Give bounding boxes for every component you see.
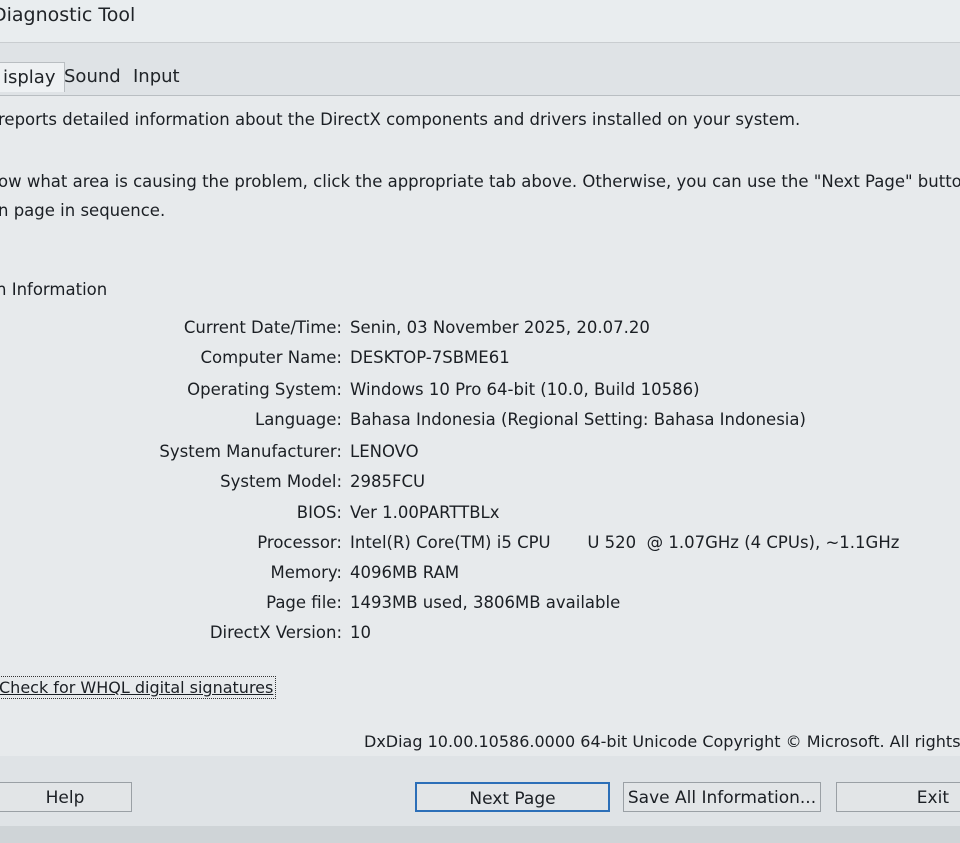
intro-text-line3: n page in sequence. (0, 201, 166, 220)
info-label: Computer Name: (200, 348, 342, 367)
section-title: n Information (0, 280, 108, 299)
info-row-computer-name: Computer Name: DESKTOP-7SBME61 (0, 348, 960, 374)
whql-checkbox-label: Check for WHQL digital signatures (0, 678, 274, 697)
info-row-processor: Processor: Intel(R) Core(TM) i5 CPU U 52… (0, 533, 960, 559)
info-label: Page file: (266, 593, 342, 612)
info-value: 1493MB used, 3806MB available (350, 593, 621, 612)
info-row-pagefile: Page file: 1493MB used, 3806MB available (0, 593, 960, 619)
save-all-button-label: Save All Information... (627, 788, 817, 808)
info-row-model: System Model: 2985FCU (0, 472, 960, 498)
tab-display[interactable]: isplay (0, 62, 65, 92)
help-button-label: Help (45, 788, 85, 808)
info-value: LENOVO (350, 442, 419, 461)
save-all-information-button[interactable]: Save All Information... (623, 782, 821, 812)
info-row-datetime: Current Date/Time: Senin, 03 November 20… (0, 318, 960, 344)
help-button[interactable]: Help (0, 782, 132, 812)
window-bottom-edge (0, 826, 960, 843)
info-value: Windows 10 Pro 64-bit (10.0, Build 10586… (350, 380, 700, 399)
next-page-button-label: Next Page (469, 789, 556, 809)
title-bar: Diagnostic Tool (0, 0, 960, 43)
exit-button[interactable]: Exit (836, 782, 960, 812)
info-value: 2985FCU (350, 472, 426, 491)
tab-sound[interactable]: Sound (64, 66, 121, 87)
info-value: Ver 1.00PARTTBLx (350, 503, 500, 522)
info-value: Bahasa Indonesia (Regional Setting: Baha… (350, 410, 806, 429)
info-row-bios: BIOS: Ver 1.00PARTTBLx (0, 503, 960, 529)
info-label: Processor: (257, 533, 342, 552)
whql-checkbox[interactable]: Check for WHQL digital signatures (0, 676, 277, 699)
info-label: Memory: (270, 563, 342, 582)
tab-input[interactable]: Input (133, 66, 180, 87)
info-label: Operating System: (187, 380, 342, 399)
info-label: System Model: (220, 472, 342, 491)
copyright-text: DxDiag 10.00.10586.0000 64-bit Unicode C… (364, 732, 960, 751)
info-label: System Manufacturer: (159, 442, 342, 461)
info-label: Language: (255, 410, 342, 429)
tab-strip: isplay Sound Input (0, 62, 960, 96)
info-row-language: Language: Bahasa Indonesia (Regional Set… (0, 410, 960, 436)
next-page-button[interactable]: Next Page (415, 782, 610, 812)
info-label: BIOS: (296, 503, 342, 522)
info-row-directx: DirectX Version: 10 (0, 623, 960, 649)
info-value: Intel(R) Core(TM) i5 CPU U 520 @ 1.07GHz… (350, 533, 900, 552)
info-value: 4096MB RAM (350, 563, 460, 582)
window-title: Diagnostic Tool (0, 4, 136, 26)
info-row-manufacturer: System Manufacturer: LENOVO (0, 442, 960, 468)
intro-text-line1: reports detailed information about the D… (0, 110, 801, 129)
info-label: Current Date/Time: (183, 318, 342, 337)
info-value: Senin, 03 November 2025, 20.07.20 (350, 318, 650, 337)
info-value: 10 (350, 623, 371, 642)
intro-text-line2: ow what area is causing the problem, cli… (0, 172, 960, 191)
info-row-memory: Memory: 4096MB RAM (0, 563, 960, 589)
exit-button-label: Exit (916, 788, 949, 808)
info-label: DirectX Version: (209, 623, 342, 642)
info-row-os: Operating System: Windows 10 Pro 64-bit … (0, 380, 960, 406)
info-value: DESKTOP-7SBME61 (350, 348, 510, 367)
